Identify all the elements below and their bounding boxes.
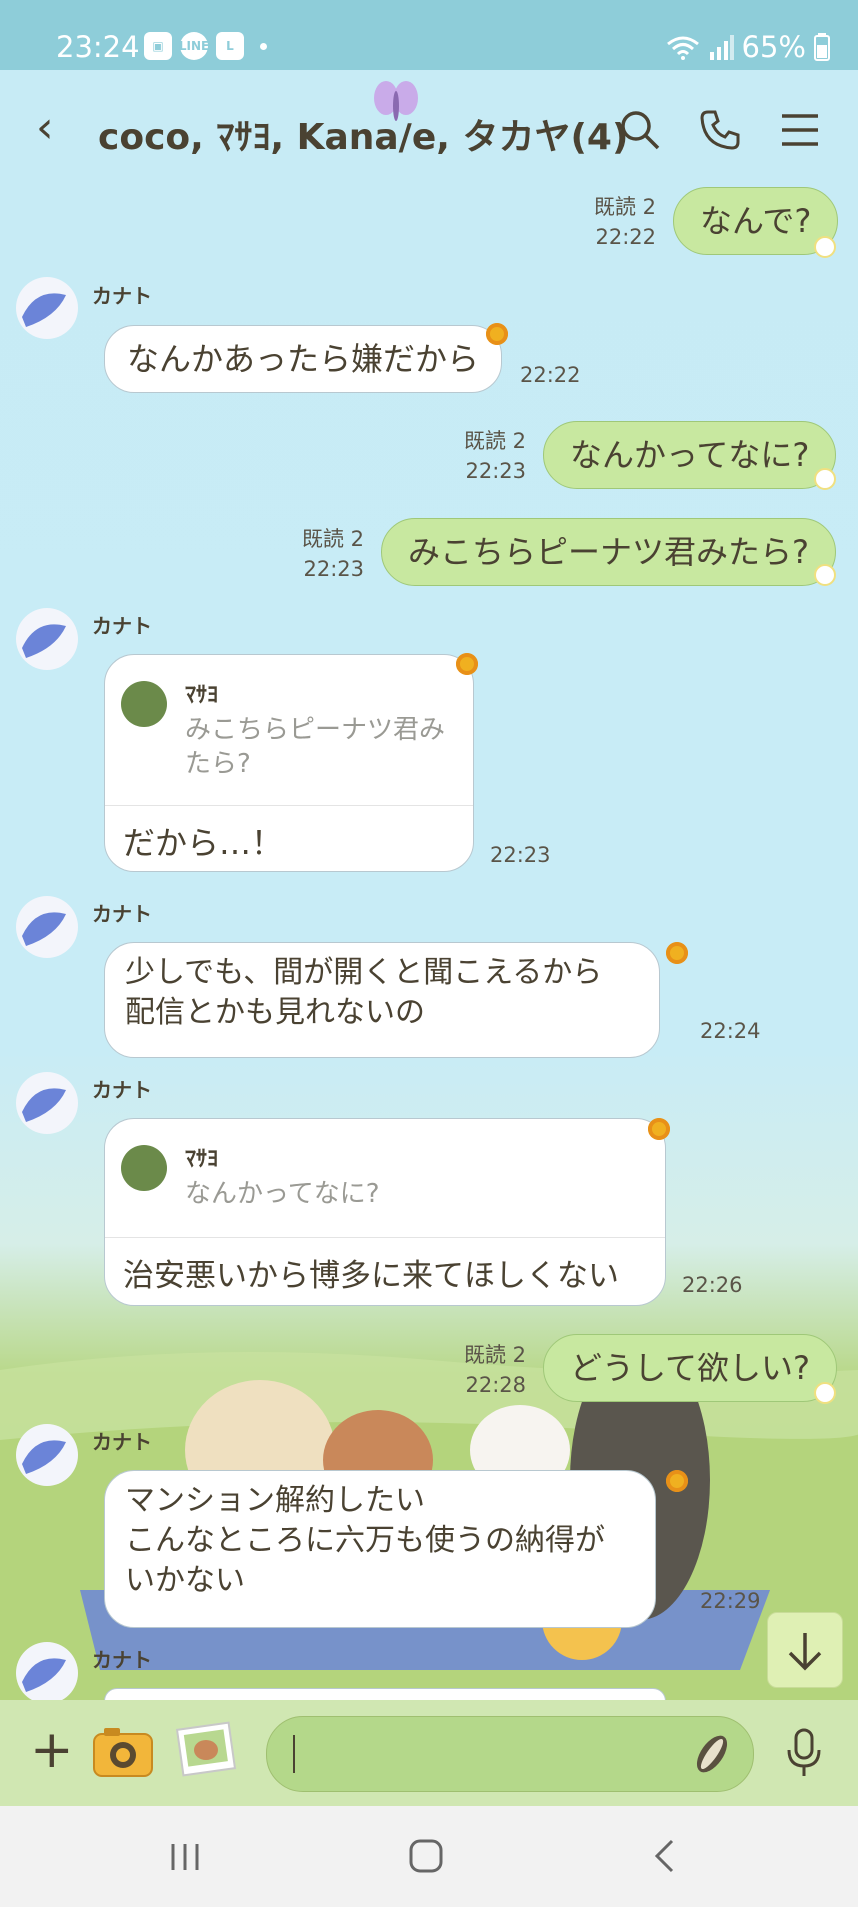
sender-name: カナト: [92, 1648, 152, 1672]
quote-text: なんかってなに?: [185, 1179, 380, 1209]
signal-icon: [709, 35, 734, 60]
sunflower-decoration-icon: [456, 653, 478, 675]
read-receipt: 既読 2 22:28: [463, 1343, 526, 1397]
quote-avatar: [121, 681, 167, 727]
text-cursor: [293, 1735, 295, 1773]
avatar[interactable]: [16, 896, 78, 958]
my-message-bubble[interactable]: なんかってなに?: [543, 421, 837, 489]
sunflower-decoration-icon: [666, 1470, 688, 1492]
daisy-decoration-icon: [814, 564, 836, 586]
sunflower-seed-icon[interactable]: [689, 1731, 735, 1777]
avatar[interactable]: [16, 277, 78, 339]
quoted-message[interactable]: ﾏｻﾖ みこちらピーナツ君み たら?: [105, 655, 473, 806]
avatar[interactable]: [16, 608, 78, 670]
sender-name: カナト: [92, 1430, 152, 1454]
status-time: 23:24: [56, 30, 140, 64]
system-nav-bar: [0, 1806, 858, 1907]
chat-title[interactable]: coco, ﾏｻﾖ, Kana/e, タカヤ(4): [98, 108, 628, 160]
butterfly-icon: [374, 81, 418, 121]
quote-sender-name: ﾏｻﾖ: [185, 1147, 219, 1172]
quote-sender-name: ﾏｻﾖ: [185, 683, 219, 708]
my-message-bubble[interactable]: どうして欲しい?: [543, 1334, 838, 1402]
sunflower-decoration-icon: [648, 1118, 670, 1140]
gallery-icon: ▣: [144, 32, 172, 60]
battery-icon: [814, 33, 830, 61]
message-time: 22:22: [520, 363, 581, 387]
home-icon[interactable]: [408, 1838, 444, 1874]
sunflower-decoration-icon: [666, 942, 688, 964]
battery-percent: 65%: [741, 30, 806, 64]
message-time: 22:29: [700, 1589, 761, 1613]
message-time: 22:23: [490, 843, 551, 867]
scroll-to-bottom-button[interactable]: [767, 1612, 843, 1688]
avatar[interactable]: [16, 1072, 78, 1134]
sender-name: カナト: [92, 1078, 152, 1102]
menu-icon[interactable]: [776, 106, 824, 154]
read-receipt: 既読 2 22:23: [463, 429, 526, 483]
status-bar: 23:24 ▣ LINE L 65%: [0, 0, 858, 70]
call-icon[interactable]: [696, 106, 744, 154]
their-reply-bubble[interactable]: ﾏｻﾖ なんかってなに? 治安悪いから博多に来てほしくない: [104, 1118, 666, 1306]
recent-apps-icon[interactable]: [168, 1840, 202, 1874]
daisy-decoration-icon: [814, 468, 836, 490]
message-input[interactable]: [266, 1716, 754, 1792]
photo-icon[interactable]: [172, 1720, 238, 1784]
line-icon: LINE: [179, 32, 209, 60]
more-notifications-icon: [260, 42, 267, 50]
their-message-bubble[interactable]: 少しでも、間が開くと聞こえるから 配信とかも見れないの: [104, 942, 660, 1058]
sunflower-decoration-icon: [486, 323, 508, 345]
microphone-icon[interactable]: [784, 1728, 824, 1778]
avatar[interactable]: [16, 1642, 78, 1704]
avatar[interactable]: [16, 1424, 78, 1486]
their-message-bubble[interactable]: マンション解約したい こんなところに六万も使うの納得が いかない: [104, 1470, 656, 1628]
nav-back-icon[interactable]: [652, 1838, 678, 1874]
search-icon[interactable]: [616, 106, 664, 154]
reply-text: 治安悪いから博多に来てほしくない: [123, 1258, 619, 1294]
sender-name: カナト: [92, 902, 152, 926]
read-receipt: 既読 2 22:22: [593, 195, 656, 249]
quote-text: みこちらピーナツ君み たら?: [185, 715, 446, 779]
their-message-bubble[interactable]: なんかあったら嫌だから: [104, 325, 503, 393]
quoted-message[interactable]: ﾏｻﾖ なんかってなに?: [105, 1119, 665, 1238]
plus-icon[interactable]: +: [30, 1724, 74, 1776]
daisy-decoration-icon: [814, 236, 836, 258]
reply-text: だから…！: [123, 824, 284, 862]
quote-avatar: [121, 1145, 167, 1191]
arrow-down-icon: [788, 1633, 822, 1671]
message-input-bar: +: [0, 1700, 858, 1806]
message-time: 22:26: [682, 1273, 743, 1297]
my-message-bubble[interactable]: みこちらピーナツ君みたら?: [381, 518, 836, 586]
back-button[interactable]: ‹: [36, 106, 54, 150]
sender-name: カナト: [92, 614, 152, 638]
chat-header: ‹ coco, ﾏｻﾖ, Kana/e, タカヤ(4): [0, 70, 858, 185]
message-time: 22:24: [700, 1019, 761, 1043]
wifi-icon: [666, 36, 699, 60]
camera-icon[interactable]: [90, 1722, 156, 1782]
sender-name: カナト: [92, 284, 152, 308]
read-receipt: 既読 2 22:23: [301, 527, 364, 581]
daisy-decoration-icon: [814, 1382, 836, 1404]
their-reply-bubble[interactable]: ﾏｻﾖ みこちらピーナツ君み たら? だから…！: [104, 654, 474, 872]
l-app-icon: L: [216, 32, 244, 60]
